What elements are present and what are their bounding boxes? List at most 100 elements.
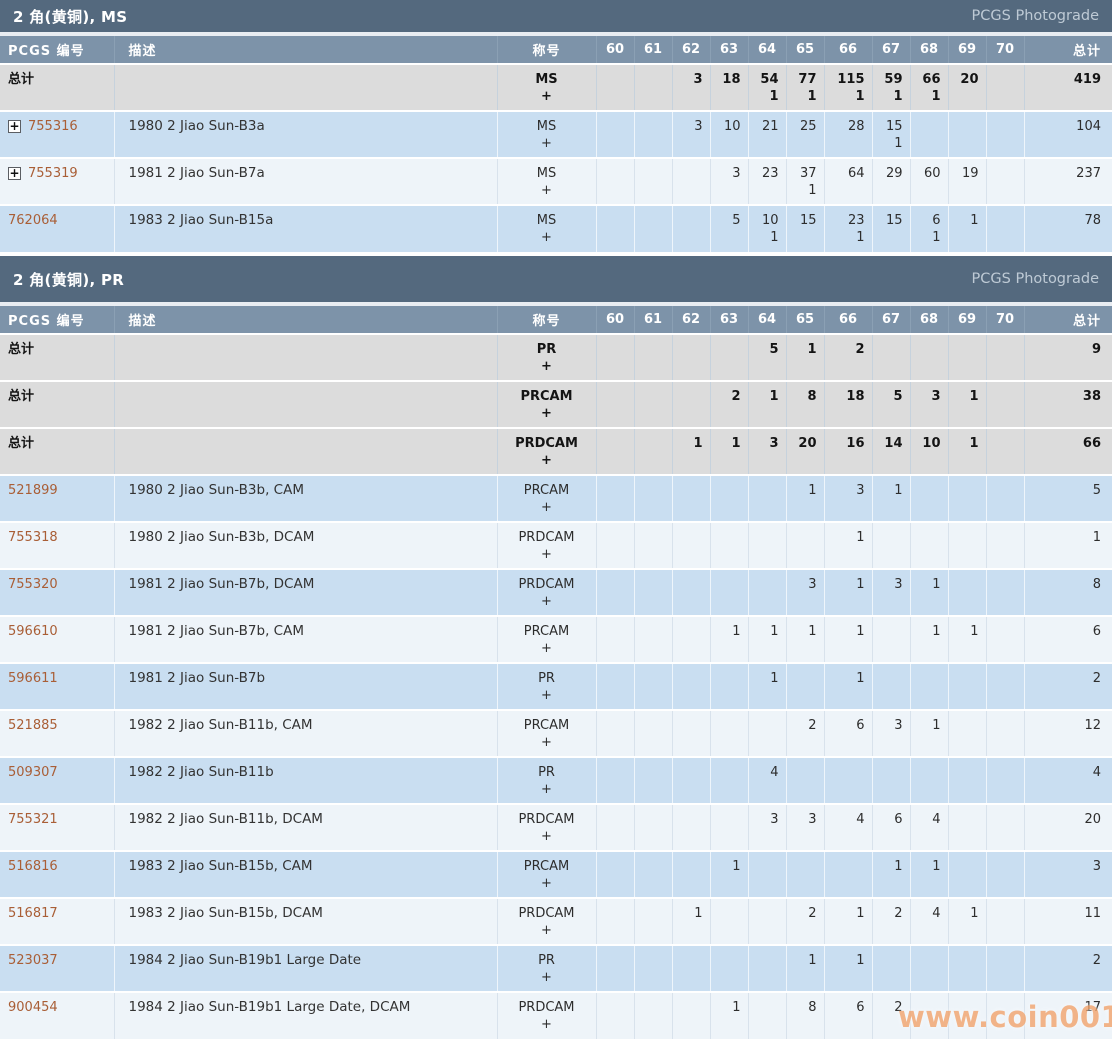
pcgs-photograde-link[interactable]: PCGS Photograde [972,8,1099,24]
grade-60-cell [596,945,634,992]
table-row: 5218991980 2 Jiao Sun-B3b, CAMPRCAM+1315 [0,475,1112,522]
grade-60-cell [596,111,634,158]
col-designation: 称号 [497,306,596,334]
grade-62-cell: 1 [672,428,710,475]
pcgs-number-link[interactable]: 755316 [28,119,78,134]
grade-count: 1 [732,624,740,639]
grade-61-cell [634,522,672,569]
grade-count: 1 [894,859,902,874]
pcgs-number-link[interactable]: 596611 [8,671,58,686]
grade-count: 1 [856,530,864,545]
grade-69-cell [948,851,986,898]
grade-64-cell [748,569,786,616]
grade-70-cell [986,710,1024,757]
grade-count: 64 [848,166,865,181]
grade-64-cell [748,710,786,757]
designation-label: MS [535,72,557,87]
grade-68-cell [910,475,948,522]
pcgs-number-link[interactable]: 755319 [28,166,78,181]
designation-cell: MS+ [497,64,596,111]
pcgs-number-link[interactable]: 509307 [8,765,58,780]
grade-65-cell: 371 [786,158,824,205]
col-description: 描述 [114,36,497,64]
description-cell: 1981 2 Jiao Sun-B7b, DCAM [114,569,497,616]
description-cell: 1980 2 Jiao Sun-B3b, CAM [114,475,497,522]
grade-64-cell [748,945,786,992]
col-grade-66: 66 [824,36,872,64]
grade-63-cell [710,804,748,851]
grade-68-cell: 1 [910,851,948,898]
grade-count: 15 [886,119,903,134]
pcgs-number-link[interactable]: 516817 [8,906,58,921]
description-cell: 1982 2 Jiao Sun-B11b [114,757,497,804]
grade-70-cell [986,851,1024,898]
grade-61-cell [634,945,672,992]
plus-designation-label: + [498,875,596,892]
table-row: 5966111981 2 Jiao Sun-B7bPR+112 [0,663,1112,710]
grade-67-cell: 151 [872,111,910,158]
description-cell: 1983 2 Jiao Sun-B15b, CAM [114,851,497,898]
plus-designation-label: + [498,358,596,375]
plus-designation-label: + [498,922,596,939]
grade-count: 1 [970,624,978,639]
grade-count: 3 [808,577,816,592]
grade-64-cell [748,851,786,898]
pcgs-number-cell: 总计 [0,64,114,111]
designation-label: PR [538,953,555,968]
grade-count: 29 [886,166,903,181]
table-row: 7553211982 2 Jiao Sun-B11b, DCAMPRDCAM+3… [0,804,1112,851]
pcgs-number-link[interactable]: 762064 [8,213,58,228]
pcgs-number-link[interactable]: 523037 [8,953,58,968]
table-row: 7620641983 2 Jiao Sun-B15aMS+51011523115… [0,205,1112,252]
grade-count: 1 [770,671,778,686]
grade-65-cell: 15 [786,205,824,252]
pcgs-number-link[interactable]: 521899 [8,483,58,498]
grade-60-cell [596,851,634,898]
pcgs-number-link[interactable]: 755318 [8,530,58,545]
pcgs-number-cell: 516817 [0,898,114,945]
grade-61-cell [634,334,672,381]
pcgs-photograde-link[interactable]: PCGS Photograde [972,271,1099,287]
grade-65-cell [786,851,824,898]
pcgs-number-link[interactable]: 516816 [8,859,58,874]
grade-plus-count: 1 [749,88,779,105]
grade-count: 1 [969,436,978,451]
col-grade-69: 69 [948,306,986,334]
plus-designation-label: + [498,182,596,199]
grade-69-cell: 1 [948,428,986,475]
grade-68-cell: 10 [910,428,948,475]
col-grade-64: 64 [748,36,786,64]
grade-count: 10 [724,119,741,134]
grade-70-cell [986,804,1024,851]
grade-67-cell: 3 [872,710,910,757]
grade-count: 10 [922,436,940,451]
grade-61-cell [634,475,672,522]
plus-designation-label: + [498,1016,596,1033]
grade-count: 1 [807,342,816,357]
grade-plus-count: 1 [825,229,865,246]
expand-icon[interactable]: + [8,120,21,133]
pcgs-number-link[interactable]: 755321 [8,812,58,827]
expand-icon[interactable]: + [8,167,21,180]
grade-68-cell [910,111,948,158]
grade-count: 6 [932,213,940,228]
grade-61-cell [634,205,672,252]
designation-cell: PR+ [497,945,596,992]
designation-cell: PRCAM+ [497,710,596,757]
designation-cell: PRCAM+ [497,381,596,428]
col-grade-60: 60 [596,306,634,334]
pcgs-number-cell: 总计 [0,381,114,428]
grade-67-cell: 1 [872,475,910,522]
grade-60-cell [596,992,634,1039]
total-label: 总计 [8,342,34,357]
pcgs-number-link[interactable]: 521885 [8,718,58,733]
grade-65-cell: 25 [786,111,824,158]
grade-62-cell [672,851,710,898]
pcgs-number-link[interactable]: 900454 [8,1000,58,1015]
pcgs-number-link[interactable]: 596610 [8,624,58,639]
grade-63-cell [710,710,748,757]
grade-68-cell: 3 [910,381,948,428]
designation-cell: PRDCAM+ [497,992,596,1039]
pcgs-number-cell: 523037 [0,945,114,992]
pcgs-number-link[interactable]: 755320 [8,577,58,592]
